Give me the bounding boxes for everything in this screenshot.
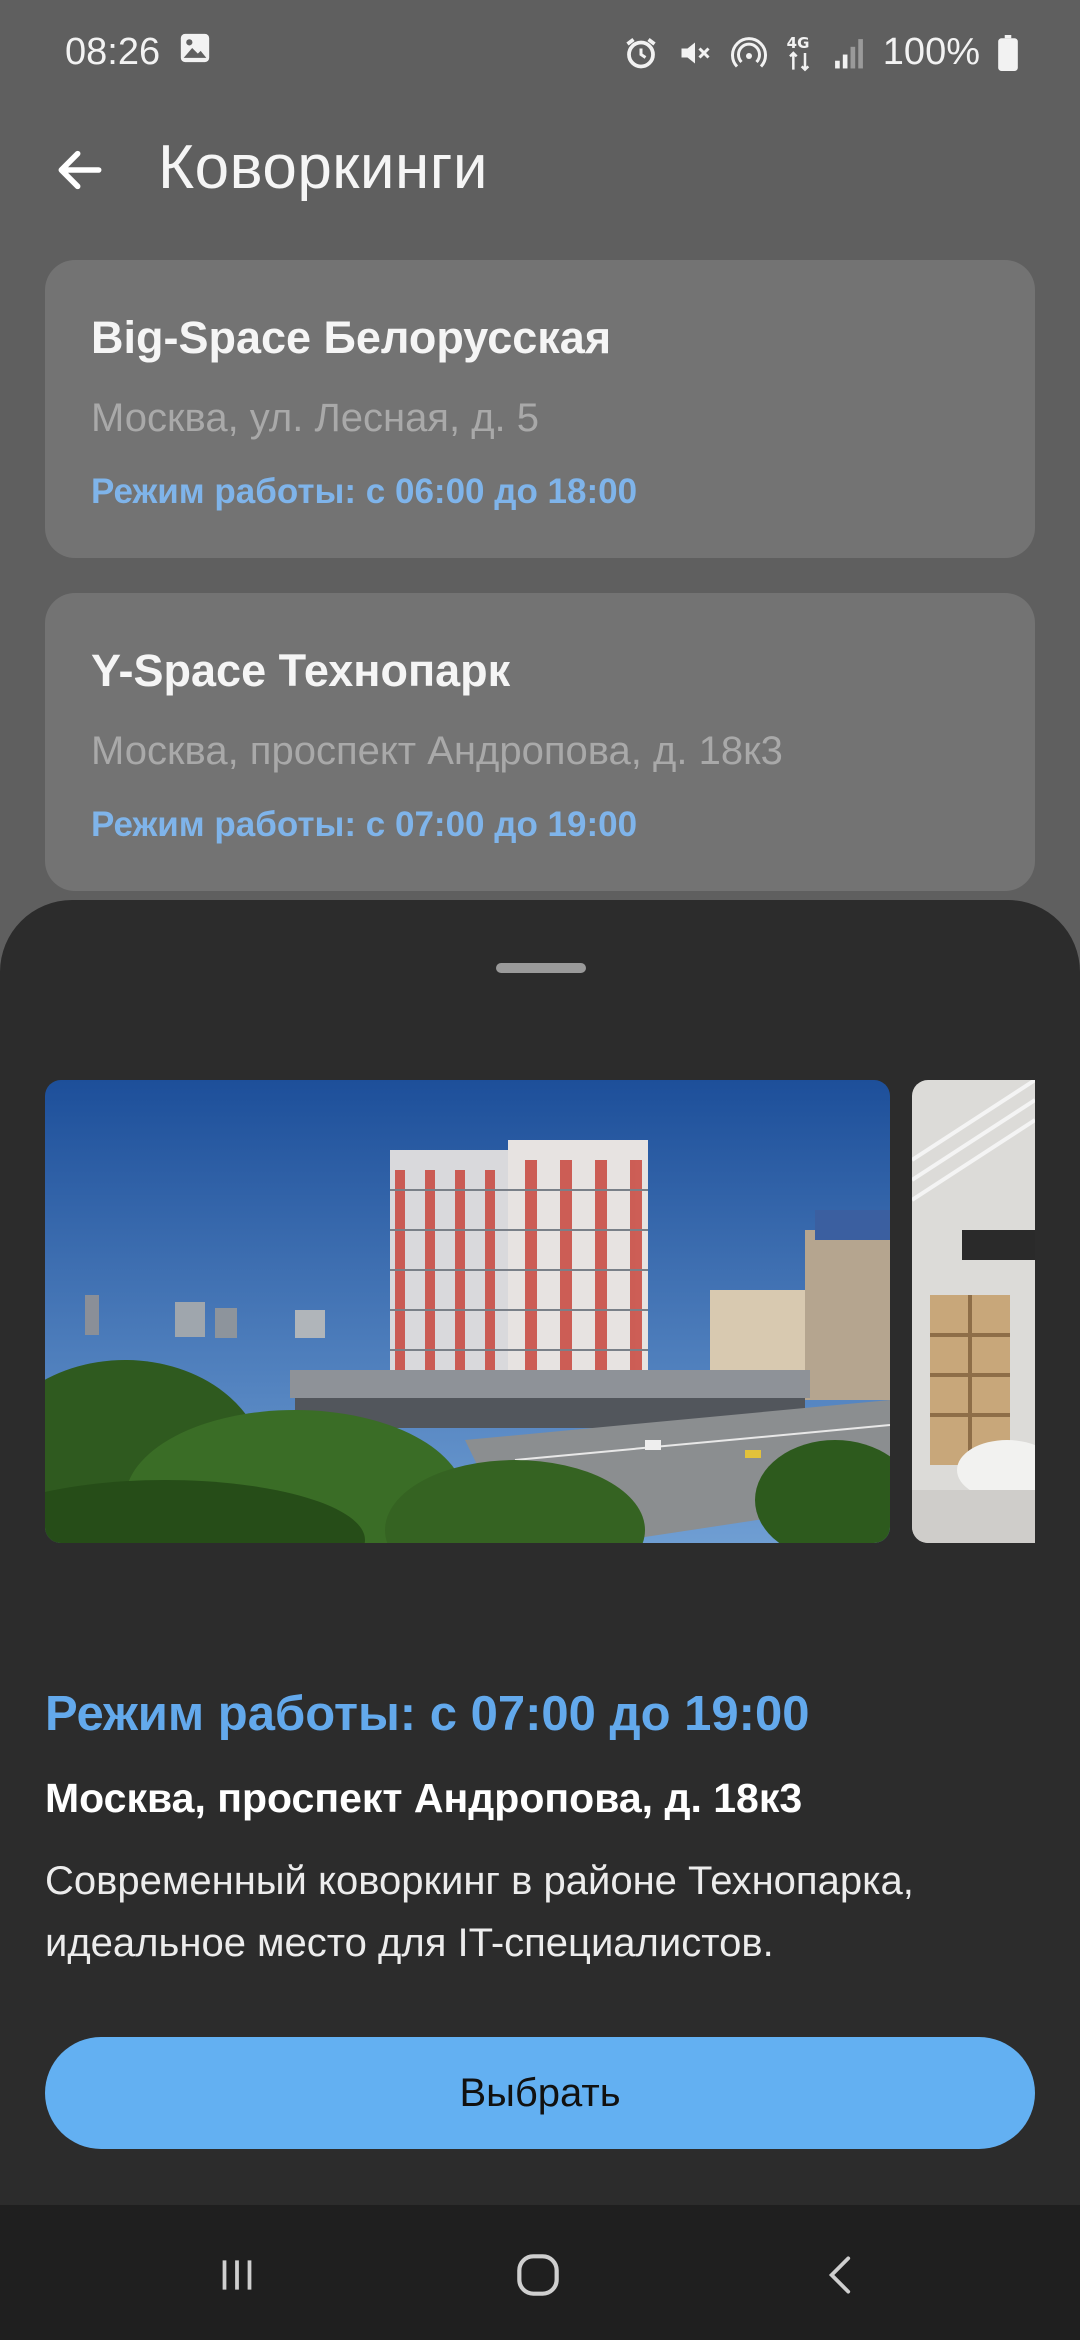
mute-icon — [677, 35, 713, 71]
alarm-icon — [623, 35, 659, 71]
image-icon — [178, 31, 212, 75]
app-header: Коворкинги — [0, 110, 1080, 230]
page-title: Коворкинги — [158, 133, 489, 202]
4g-icon: 4G — [785, 33, 815, 73]
status-left: 08:26 — [65, 31, 212, 75]
coworking-photo-interior[interactable] — [912, 1080, 1035, 1543]
svg-text:4G: 4G — [786, 34, 809, 52]
coworking-hours: Режим работы: с 07:00 до 19:00 — [91, 805, 638, 844]
select-button[interactable]: Выбрать — [45, 2037, 1035, 2149]
coworking-hours: Режим работы: с 06:00 до 18:00 — [91, 472, 638, 511]
status-time: 08:26 — [65, 31, 161, 73]
coworking-name: Big-Space Белорусская — [91, 312, 612, 363]
back-icon[interactable] — [812, 2245, 872, 2305]
coworking-address: Москва, ул. Лесная, д. 5 — [91, 396, 540, 440]
system-nav-bar — [0, 2205, 1080, 2340]
coworking-card[interactable]: Big-Space Белорусская Москва, ул. Лесная… — [45, 260, 1035, 558]
sheet-drag-handle[interactable] — [496, 963, 586, 973]
battery-text: 100% — [882, 31, 980, 73]
coworking-photo-building[interactable] — [45, 1080, 890, 1543]
sheet-description: Современный коворкинг в районе Технопарк… — [45, 1859, 914, 1965]
sheet-hours: Режим работы: с 07:00 до 19:00 — [45, 1687, 810, 1741]
sheet-address: Москва, проспект Андропова, д. 18к3 — [45, 1775, 803, 1821]
arrow-left-icon — [58, 150, 102, 190]
coworking-name: Y-Space Технопарк — [91, 645, 511, 696]
coworking-address: Москва, проспект Андропова, д. 18к3 — [91, 729, 783, 773]
status-bar: 08:26 4G 100% — [0, 0, 1080, 105]
battery-icon — [998, 34, 1018, 71]
hotspot-icon — [730, 35, 767, 71]
status-right: 4G 100% — [623, 31, 1018, 74]
coworking-card[interactable]: Y-Space Технопарк Москва, проспект Андро… — [45, 593, 1035, 891]
signal-icon — [833, 36, 865, 70]
back-button[interactable] — [46, 136, 114, 204]
recent-apps-icon[interactable] — [207, 2245, 267, 2305]
details-bottom-sheet: Режим работы: с 07:00 до 19:00 Москва, п… — [0, 900, 1080, 2205]
home-icon[interactable] — [508, 2245, 568, 2305]
